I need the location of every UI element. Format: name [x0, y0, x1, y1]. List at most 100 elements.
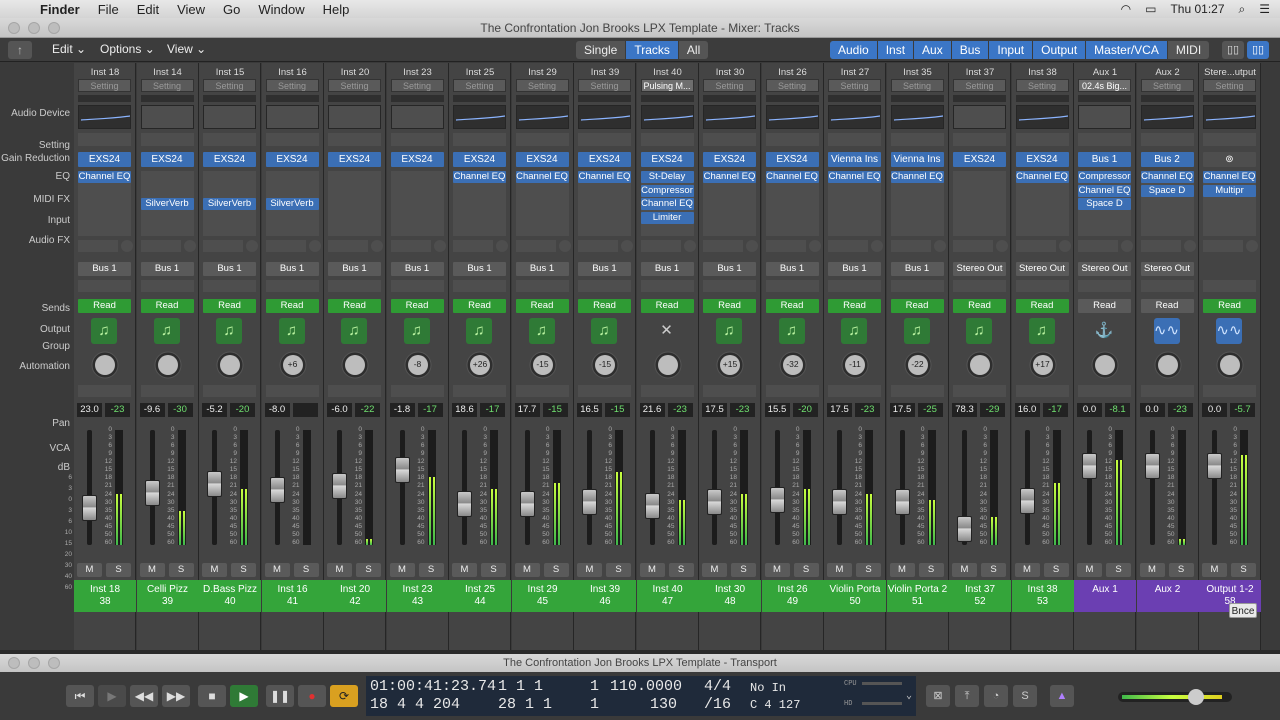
- setting-button[interactable]: Setting: [828, 79, 881, 92]
- group-slot[interactable]: [390, 280, 444, 292]
- send-slot[interactable]: [953, 240, 993, 252]
- audio-wave-icon[interactable]: ∿∿: [1153, 318, 1180, 344]
- setting-button[interactable]: Setting: [390, 79, 444, 92]
- transport-zoom-button[interactable]: [48, 657, 60, 669]
- eq-thumbnail[interactable]: [390, 105, 444, 129]
- fader-cap[interactable]: [1144, 452, 1160, 479]
- fader-track[interactable]: [712, 430, 717, 545]
- fader-track[interactable]: [1149, 430, 1155, 545]
- send-knob[interactable]: [183, 240, 196, 252]
- vca-slot[interactable]: [640, 385, 694, 397]
- audio-fx-slot[interactable]: Channel EQ: [1203, 171, 1256, 183]
- peak-readout[interactable]: -30: [167, 403, 193, 417]
- solo-button[interactable]: S: [856, 563, 881, 577]
- peak-readout[interactable]: -22: [355, 403, 380, 417]
- group-slot[interactable]: [578, 280, 631, 292]
- send-knob[interactable]: [1183, 240, 1196, 252]
- fader-cap[interactable]: [1207, 452, 1222, 479]
- menu-file[interactable]: File: [98, 2, 119, 17]
- menu-edit[interactable]: Edit: [137, 2, 159, 17]
- output-slot[interactable]: Bus 1: [328, 262, 381, 276]
- solo-button[interactable]: S: [481, 563, 506, 577]
- track-name[interactable]: Inst 40 47: [636, 580, 699, 612]
- setting-button[interactable]: Setting: [78, 79, 131, 92]
- automation-mode[interactable]: Read: [828, 299, 881, 313]
- group-slot[interactable]: [1203, 280, 1256, 292]
- peak-readout[interactable]: -25: [917, 403, 943, 417]
- pan-knob[interactable]: -15: [528, 350, 558, 380]
- volume-readout[interactable]: -6.0: [327, 403, 352, 417]
- audio-fx-slot[interactable]: SilverVerb: [203, 198, 256, 210]
- track-name[interactable]: Violin Porta 50: [824, 580, 886, 612]
- vca-slot[interactable]: [515, 385, 569, 397]
- send-knob[interactable]: [996, 240, 1008, 252]
- output-slot[interactable]: Bus 1: [515, 262, 569, 276]
- wifi-icon[interactable]: ◠: [1121, 2, 1131, 16]
- input-slot[interactable]: EXS24: [328, 152, 381, 167]
- audio-wave-icon[interactable]: ∿∿: [1216, 318, 1242, 344]
- audio-fx-slot[interactable]: SilverVerb: [140, 198, 194, 210]
- group-slot[interactable]: [1078, 280, 1131, 292]
- filter-aux[interactable]: Aux: [914, 41, 952, 59]
- instrument-icon[interactable]: ♫: [528, 318, 555, 344]
- solo-button[interactable]: S: [918, 563, 944, 577]
- filter-inst[interactable]: Inst: [877, 41, 915, 59]
- midi-fx-slot[interactable]: [703, 133, 756, 146]
- peak-readout[interactable]: -23: [667, 403, 693, 417]
- group-slot[interactable]: [203, 280, 256, 292]
- mute-button[interactable]: M: [264, 563, 290, 577]
- group-slot[interactable]: [328, 280, 381, 292]
- fader-track[interactable]: [462, 430, 467, 545]
- input-slot[interactable]: EXS24: [578, 152, 631, 167]
- output-slot[interactable]: Bus 1: [765, 262, 819, 276]
- cycle-icon[interactable]: ⟳: [330, 685, 358, 707]
- midi-fx-slot[interactable]: [453, 133, 506, 146]
- send-slot[interactable]: [265, 240, 306, 252]
- track-name[interactable]: Aux 1: [1074, 580, 1136, 612]
- send-knob[interactable]: [683, 240, 696, 252]
- track-name[interactable]: Inst 26 49: [761, 580, 824, 612]
- lcd-tempo-2[interactable]: 130: [650, 696, 677, 713]
- setting-button[interactable]: Pulsing M...: [640, 79, 694, 92]
- eq-thumbnail[interactable]: [328, 105, 381, 129]
- mute-button[interactable]: M: [1014, 563, 1040, 577]
- instrument-icon[interactable]: ♫: [966, 318, 992, 344]
- vca-slot[interactable]: [140, 385, 194, 397]
- volume-readout[interactable]: 17.5: [889, 403, 915, 417]
- mode-tracks[interactable]: Tracks: [626, 41, 679, 59]
- pan-knob[interactable]: [1090, 350, 1120, 380]
- fader-cap[interactable]: [332, 473, 347, 500]
- input-slot[interactable]: ⊚: [1203, 152, 1256, 167]
- input-slot[interactable]: Vienna Ins: [890, 152, 944, 167]
- fader-track[interactable]: [1212, 430, 1217, 545]
- transport-minimize-button[interactable]: [28, 657, 40, 669]
- peak-readout[interactable]: -17: [1042, 403, 1068, 417]
- fader-cap[interactable]: [707, 489, 722, 516]
- solo-button[interactable]: S: [606, 563, 631, 577]
- input-slot[interactable]: Bus 1: [1078, 152, 1131, 167]
- clock[interactable]: Thu 01:27: [1170, 2, 1224, 16]
- lcd-midi-in[interactable]: No In: [750, 681, 786, 695]
- pan-knob[interactable]: +26: [465, 350, 495, 380]
- audio-fx-slot[interactable]: Compressor: [1078, 171, 1131, 183]
- midi-fx-slot[interactable]: [78, 133, 131, 146]
- solo-button[interactable]: S: [168, 563, 194, 577]
- pan-knob[interactable]: -8: [403, 350, 433, 380]
- setting-button[interactable]: Setting: [515, 79, 569, 92]
- midi-fx-slot[interactable]: [578, 133, 631, 146]
- send-slot[interactable]: [1015, 240, 1056, 252]
- midi-fx-slot[interactable]: [390, 133, 444, 146]
- vca-slot[interactable]: [828, 385, 881, 397]
- mute-button[interactable]: M: [1077, 563, 1102, 577]
- filter-master-vca[interactable]: Master/VCA: [1086, 41, 1168, 59]
- fader-track[interactable]: [399, 430, 405, 545]
- input-slot[interactable]: EXS24: [1015, 152, 1069, 167]
- pan-knob[interactable]: [1215, 350, 1245, 380]
- setting-button[interactable]: Setting: [453, 79, 506, 92]
- fader-cap[interactable]: [207, 470, 222, 497]
- output-slot[interactable]: Stereo Out: [1140, 262, 1194, 276]
- vca-slot[interactable]: [265, 385, 319, 397]
- instrument-icon[interactable]: ♫: [591, 318, 617, 344]
- mute-button[interactable]: M: [764, 563, 790, 577]
- input-slot[interactable]: EXS24: [203, 152, 256, 167]
